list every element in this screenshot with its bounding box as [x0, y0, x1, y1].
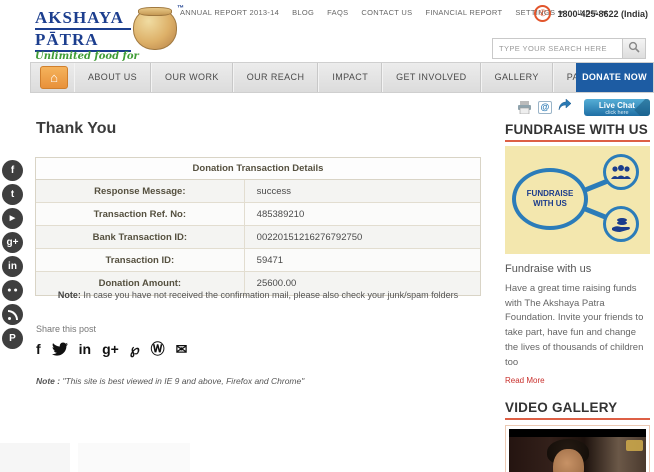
- email-icon[interactable]: ✉: [176, 340, 188, 358]
- flickr-icon[interactable]: ● ●: [2, 280, 23, 301]
- live-chat-label: Live Chat: [584, 101, 650, 110]
- live-chat-subtext: click here: [584, 110, 650, 116]
- video-figure: [553, 449, 584, 472]
- print-icon[interactable]: [517, 101, 532, 114]
- helpline-number: 1800-425-8622 (India): [557, 9, 648, 19]
- row-label: Transaction Ref. No:: [36, 203, 245, 225]
- video-thumbnail[interactable]: [505, 425, 650, 472]
- fundraise-description: Have a great time raising funds with The…: [505, 282, 650, 370]
- page-tools: @ Live Chat click here: [505, 98, 650, 116]
- read-more-link[interactable]: Read More: [505, 376, 545, 385]
- helpline: ✆ 1800-425-8622 (India): [534, 5, 648, 22]
- note-label: Note:: [58, 290, 81, 300]
- search-icon: [628, 41, 640, 53]
- pinterest-icon[interactable]: ℘: [130, 340, 140, 358]
- video-still: [509, 437, 646, 472]
- email-icon[interactable]: @: [538, 101, 552, 114]
- link-faqs[interactable]: FAQS: [327, 8, 348, 17]
- nav-gallery[interactable]: GALLERY: [481, 63, 553, 92]
- confirmation-note: Note: In case you have not received the …: [35, 290, 481, 300]
- fundraise-heading: FUNDRAISE WITH US: [505, 122, 650, 137]
- note-text: "This site is best viewed in IE 9 and ab…: [60, 376, 304, 386]
- link-contact-us[interactable]: CONTACT US: [361, 8, 412, 17]
- nav-about-us[interactable]: ABOUT US: [74, 63, 151, 92]
- fundraise-banner[interactable]: FUNDRAISEWITH US: [505, 146, 650, 254]
- heading-underline: [505, 418, 650, 420]
- tumblr-icon[interactable]: t: [2, 184, 23, 205]
- sidebar: @ Live Chat click here FUNDRAISE WITH US…: [505, 98, 650, 472]
- fundraise-caption: Fundraise with us: [505, 263, 650, 275]
- fundraise-bubble: FUNDRAISEWITH US: [512, 168, 588, 230]
- hand-donation-icon: [603, 206, 639, 242]
- heading-underline: [505, 140, 650, 142]
- live-chat-button[interactable]: Live Chat click here: [584, 99, 650, 116]
- nav-impact[interactable]: IMPACT: [318, 63, 382, 92]
- search-input[interactable]: [492, 38, 622, 59]
- row-label: Response Message:: [36, 180, 245, 202]
- home-button[interactable]: ⌂: [40, 66, 68, 89]
- table-row: Bank Transaction ID: 0022015121627679275…: [36, 226, 480, 249]
- donation-details-table: Donation Transaction Details Response Me…: [35, 157, 481, 296]
- logo-wordmark: AKSHAYA PĀTRA: [35, 8, 131, 52]
- browser-compat-note: Note : "This site is best viewed in IE 9…: [36, 376, 304, 386]
- phone-icon: ✆: [534, 5, 551, 22]
- google-plus-icon[interactable]: g+: [102, 340, 119, 358]
- nav-our-work[interactable]: OUR WORK: [151, 63, 233, 92]
- share-this-post-label: Share this post: [36, 324, 96, 334]
- link-financial-report[interactable]: FINANCIAL REPORT: [425, 8, 502, 17]
- channel-logo: [626, 440, 643, 451]
- bubble-text-line1: FUNDRAISE: [527, 189, 574, 198]
- search-button[interactable]: [622, 38, 646, 59]
- linkedin-icon[interactable]: in: [2, 256, 23, 277]
- nav-our-reach[interactable]: OUR REACH: [233, 63, 319, 92]
- row-value: 485389210: [245, 203, 480, 225]
- youtube-icon[interactable]: ▶: [2, 208, 23, 229]
- row-value: 59471: [245, 249, 480, 271]
- row-label: Bank Transaction ID:: [36, 226, 245, 248]
- link-blog[interactable]: BLOG: [292, 8, 314, 17]
- social-share-bar: f t ▶ g+ in ● ● P: [2, 160, 26, 352]
- twitter-icon[interactable]: [52, 342, 68, 356]
- page-title: Thank You: [36, 120, 116, 138]
- row-value: 00220151216276792750: [245, 226, 480, 248]
- note-label: Note :: [36, 376, 60, 386]
- note-text: In case you have not received the confir…: [81, 290, 458, 300]
- link-annual-report[interactable]: ANNUAL REPORT 2013-14: [180, 8, 279, 17]
- linkedin-icon[interactable]: in: [79, 340, 91, 358]
- rss-icon[interactable]: [2, 304, 23, 325]
- share-icons-row: f in g+ ℘ Ⓦ ✉: [36, 340, 187, 358]
- google-plus-icon[interactable]: g+: [2, 232, 23, 253]
- logo-line1: AKSHAYA: [35, 8, 131, 30]
- footer-block: [0, 443, 70, 472]
- table-row: Transaction ID: 59471: [36, 249, 480, 272]
- search-bar: [492, 38, 646, 59]
- row-label: Transaction ID:: [36, 249, 245, 271]
- main-nav: ⌂ ABOUT US OUR WORK OUR REACH IMPACT GET…: [30, 62, 654, 93]
- facebook-icon[interactable]: f: [36, 340, 41, 358]
- site-logo[interactable]: AKSHAYA PĀTRA ™ Unlimited food for educa…: [35, 5, 185, 61]
- logo-line2: PĀTRA: [35, 30, 131, 52]
- people-group-icon: [603, 154, 639, 190]
- donate-now-button[interactable]: DONATE NOW: [576, 63, 653, 92]
- pot-icon: [133, 8, 177, 50]
- home-icon: ⌂: [50, 70, 58, 85]
- page: AKSHAYA PĀTRA ™ Unlimited food for educa…: [0, 0, 654, 472]
- nav-get-involved[interactable]: GET INVOLVED: [382, 63, 481, 92]
- video-gallery-heading: VIDEO GALLERY: [505, 400, 650, 415]
- pinterest-icon[interactable]: P: [2, 328, 23, 349]
- table-header: Donation Transaction Details: [36, 158, 480, 180]
- bubble-text-line2: WITH US: [533, 199, 567, 208]
- facebook-icon[interactable]: f: [2, 160, 23, 181]
- video-frame: [509, 429, 646, 472]
- footer-block: [78, 443, 190, 472]
- table-row: Response Message: success: [36, 180, 480, 203]
- row-value: success: [245, 180, 480, 202]
- table-row: Transaction Ref. No: 485389210: [36, 203, 480, 226]
- share-icon[interactable]: [558, 98, 572, 116]
- wordpress-icon[interactable]: Ⓦ: [151, 340, 165, 358]
